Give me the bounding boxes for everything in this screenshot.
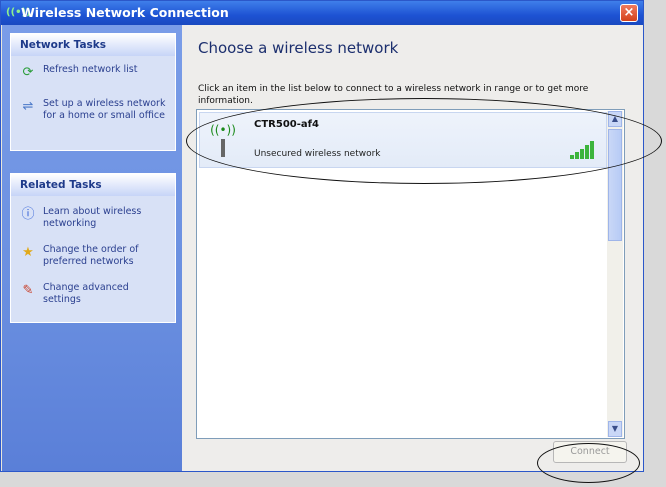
instructions-text: Click an item in the list below to conne… [198, 84, 589, 106]
network-list-item[interactable]: ((•)) CTR500-af4 Unsecured wireless netw… [199, 112, 607, 168]
setup-network-icon: ⇌ [22, 99, 34, 114]
wireless-network-icon: ((•)) [208, 123, 238, 159]
settings-icon: ✎ [22, 283, 34, 298]
scrollbar[interactable]: ▲ ▼ [607, 111, 623, 437]
connect-button[interactable]: Connect [553, 441, 627, 463]
scroll-thumb[interactable] [608, 129, 622, 241]
wireless-icon: ((•)) [6, 7, 31, 18]
refresh-network-list-link[interactable]: ⟳ Refresh network list [11, 60, 175, 84]
network-tasks-panel: Network Tasks ⟳ Refresh network list ⇌ S… [10, 33, 176, 151]
task-label: Refresh network list [43, 64, 138, 75]
task-pane: Network Tasks ⟳ Refresh network list ⇌ S… [2, 25, 182, 471]
network-name: CTR500-af4 [254, 119, 319, 130]
task-label: Change the order of preferred networks [43, 244, 139, 267]
related-tasks-title: Related Tasks [11, 174, 175, 196]
task-label: Learn about wireless networking [43, 206, 142, 229]
task-label: Change advanced settings [43, 282, 129, 305]
close-button[interactable]: × [620, 4, 638, 22]
task-label: Set up a wireless network for a home or … [43, 98, 166, 121]
scroll-down-arrow-icon[interactable]: ▼ [608, 421, 622, 437]
star-icon: ★ [22, 245, 34, 260]
page-title: Choose a wireless network [198, 39, 399, 57]
network-tasks-title: Network Tasks [11, 34, 175, 56]
related-tasks-panel: Related Tasks ⓘ Learn about wireless net… [10, 173, 176, 323]
learn-wireless-link[interactable]: ⓘ Learn about wireless networking [11, 202, 175, 234]
setup-wireless-network-link[interactable]: ⇌ Set up a wireless network for a home o… [11, 94, 175, 126]
title-bar[interactable]: ((•)) Wireless Network Connection × [1, 1, 643, 25]
network-list[interactable]: ((•)) CTR500-af4 Unsecured wireless netw… [196, 109, 625, 439]
wireless-network-connection-window: ((•)) Wireless Network Connection × Netw… [0, 0, 644, 472]
window-title: Wireless Network Connection [21, 5, 229, 20]
main-content: Choose a wireless network Click an item … [182, 25, 643, 471]
change-advanced-settings-link[interactable]: ✎ Change advanced settings [11, 278, 175, 310]
refresh-icon: ⟳ [22, 65, 34, 80]
signal-strength-icon [570, 141, 596, 159]
change-network-order-link[interactable]: ★ Change the order of preferred networks [11, 240, 175, 272]
scroll-up-arrow-icon[interactable]: ▲ [608, 111, 622, 127]
help-icon: ⓘ [21, 207, 35, 222]
network-security-status: Unsecured wireless network [254, 149, 381, 159]
